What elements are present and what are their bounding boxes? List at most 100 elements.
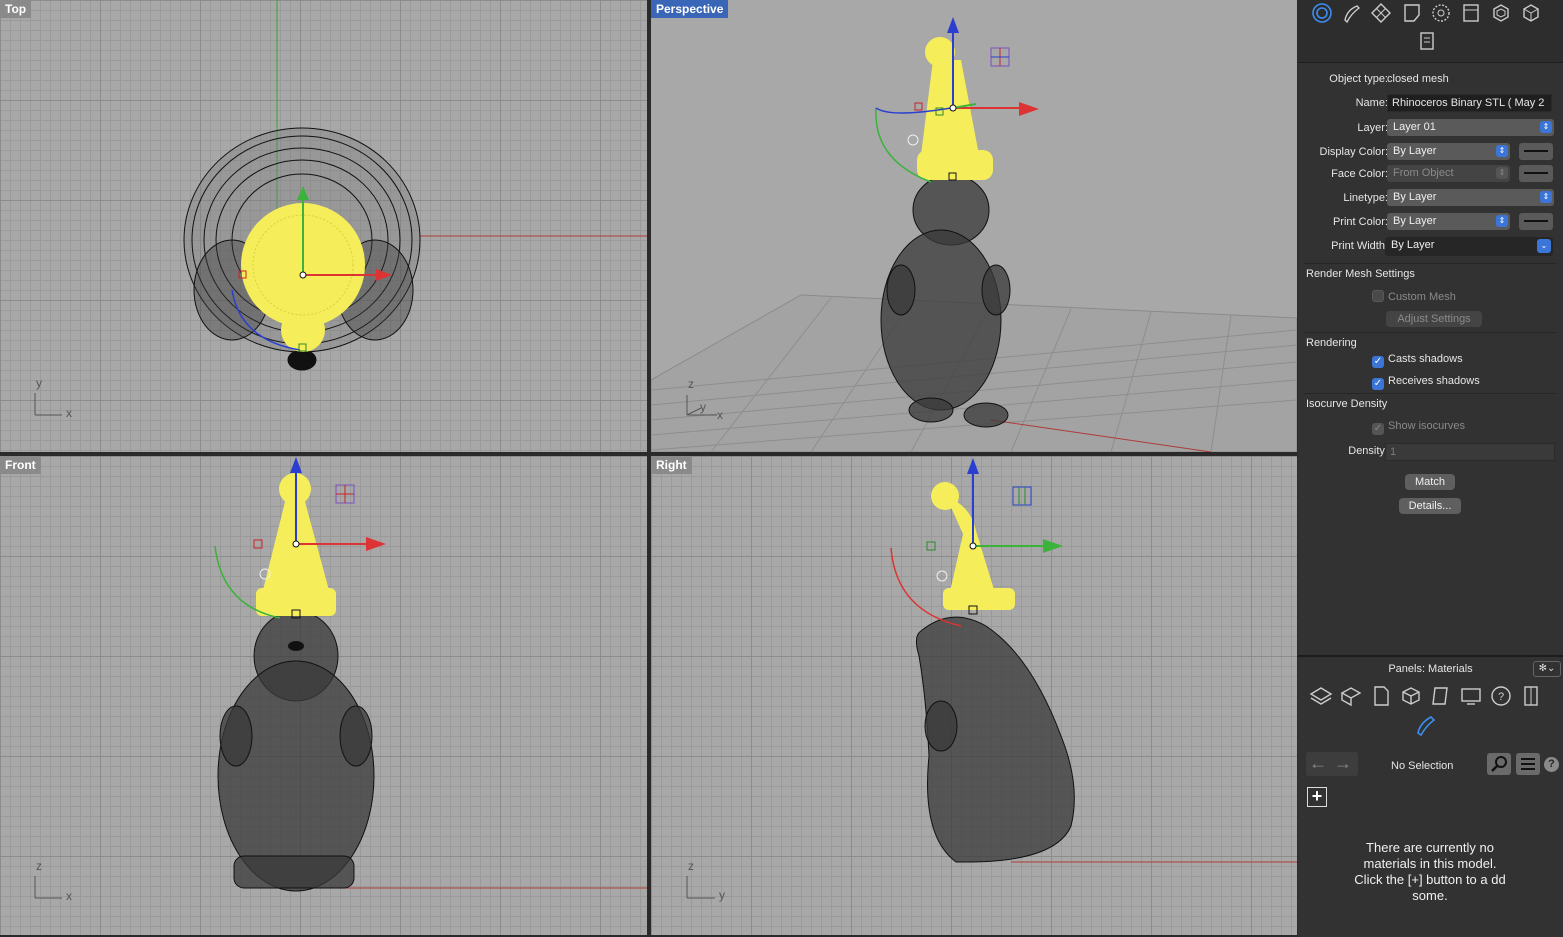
display-icon[interactable] [1459, 684, 1483, 708]
print-color-select[interactable]: By Layer ⇕ [1387, 213, 1510, 230]
bear-mesh-right [915, 616, 1075, 863]
viewport-top[interactable]: y x Top [0, 0, 647, 452]
properties-panel: Object type: closed mesh Name: Rhinocero… [1298, 0, 1563, 937]
layout-icon[interactable] [1429, 684, 1453, 708]
add-material-button[interactable]: + [1307, 787, 1327, 807]
print-width-value: By Layer [1391, 239, 1435, 251]
updown-chevron-icon: ⇕ [1496, 167, 1508, 179]
viewport-label-top[interactable]: Top [0, 0, 32, 18]
linetype-label: Linetype: [1343, 192, 1388, 204]
divider [1304, 263, 1557, 264]
checkmark-icon: ✓ [1372, 423, 1384, 435]
name-row: Name: Rhinoceros Binary STL ( May 2 [1298, 94, 1563, 114]
receives-shadows-label: Receives shadows [1388, 375, 1480, 387]
render-mesh-title: Render Mesh Settings [1306, 268, 1415, 280]
forward-arrow-icon[interactable]: → [1334, 753, 1352, 774]
top-view-drawing [34, 0, 647, 416]
edge-softening-icon[interactable] [1460, 2, 1482, 24]
back-arrow-icon[interactable]: ← [1309, 753, 1327, 774]
properties-tabs [1298, 0, 1563, 63]
viewport-front[interactable]: z x Front [0, 456, 647, 935]
receives-shadows-checkbox[interactable]: ✓ Receives shadows [1372, 375, 1480, 390]
viewport-right[interactable]: z y Right [651, 456, 1297, 935]
print-color-value: By Layer [1393, 215, 1437, 227]
updown-chevron-icon: ⇕ [1540, 121, 1552, 133]
help-button[interactable]: ? [1544, 757, 1559, 772]
displacement-icon[interactable] [1430, 2, 1452, 24]
custom-mesh-checkbox[interactable]: Custom Mesh [1372, 290, 1456, 303]
materials-tab-icon[interactable] [1414, 713, 1438, 737]
layer-row: Layer: Layer 01 ⇕ [1298, 119, 1563, 139]
viewport-perspective[interactable]: z y x Perspective [651, 0, 1297, 452]
axis-label-z: z [36, 859, 42, 873]
updown-chevron-icon: ⇕ [1540, 191, 1552, 203]
display-color-value: By Layer [1393, 145, 1437, 157]
face-color-select[interactable]: From Object ⇕ [1387, 165, 1510, 182]
name-field[interactable]: Rhinoceros Binary STL ( May 2 [1387, 94, 1552, 112]
gear-icon: ✻⌄ [1538, 663, 1556, 674]
texture-mapping-icon[interactable] [1370, 2, 1392, 24]
blocks-icon[interactable] [1339, 684, 1363, 708]
name-label: Name: [1355, 97, 1388, 109]
search-icon [1491, 756, 1507, 772]
rendering-title: Rendering [1306, 337, 1357, 349]
checkmark-icon: ✓ [1372, 356, 1384, 368]
panels-icon[interactable] [1519, 684, 1543, 708]
document-icon[interactable] [1369, 684, 1393, 708]
thickening-icon[interactable] [1520, 2, 1542, 24]
help-icon[interactable]: ? [1489, 684, 1513, 708]
axis-label-y: y [36, 376, 42, 390]
viewport-label-front[interactable]: Front [0, 456, 41, 474]
updown-chevron-icon: ⇕ [1496, 215, 1508, 227]
list-view-button[interactable] [1516, 753, 1540, 775]
divider [1304, 332, 1557, 333]
details-button[interactable]: Details... [1399, 498, 1461, 514]
object-properties-icon[interactable] [1311, 2, 1333, 24]
layer-select[interactable]: Layer 01 ⇕ [1387, 119, 1554, 136]
object-type-value: closed mesh [1387, 73, 1449, 85]
adjust-settings-button[interactable]: Adjust Settings [1386, 311, 1482, 327]
print-color-swatch[interactable] [1519, 213, 1553, 230]
display-color-swatch[interactable] [1519, 143, 1553, 160]
divider [1304, 393, 1557, 394]
match-button[interactable]: Match [1405, 474, 1455, 490]
decal-icon[interactable] [1401, 2, 1423, 24]
object-type-label: Object type: [1329, 73, 1388, 85]
axis-label-y: y [719, 888, 725, 902]
search-button[interactable] [1487, 753, 1511, 775]
linetype-row: Linetype: By Layer ⇕ [1298, 189, 1563, 209]
display-color-label: Display Color: [1319, 146, 1388, 158]
axis-label-x: x [66, 406, 72, 420]
display-color-select[interactable]: By Layer ⇕ [1387, 143, 1510, 160]
chevron-down-icon: ⌄ [1537, 239, 1551, 253]
show-isocurves-checkbox[interactable]: ✓ Show isocurves [1372, 420, 1465, 435]
viewport-label-perspective[interactable]: Perspective [651, 0, 729, 18]
panel-options-button[interactable]: ✻⌄ [1533, 661, 1561, 677]
checkmark-icon: ✓ [1372, 378, 1384, 390]
cube-icon[interactable] [1399, 684, 1423, 708]
linetype-select[interactable]: By Layer ⇕ [1387, 189, 1554, 206]
casts-shadows-checkbox[interactable]: ✓ Casts shadows [1372, 353, 1463, 368]
material-icon[interactable] [1341, 2, 1363, 24]
shut-lining-icon[interactable] [1490, 2, 1512, 24]
axis-label-z: z [688, 859, 694, 873]
user-text-icon[interactable] [1416, 30, 1438, 52]
layers-icon[interactable] [1309, 684, 1333, 708]
face-color-swatch[interactable] [1519, 165, 1553, 182]
print-width-row: Print Width: By Layer ⌄ [1298, 237, 1563, 257]
front-view-drawing [34, 457, 647, 899]
display-color-row: Display Color: By Layer ⇕ [1298, 143, 1563, 163]
density-label: Density: [1348, 445, 1388, 457]
density-field[interactable]: 1 [1385, 443, 1555, 461]
materials-panel-title: Panels: Materials [1388, 663, 1473, 675]
svg-text:?: ? [1498, 691, 1504, 703]
empty-materials-message: There are currently no materials in this… [1354, 840, 1506, 903]
print-width-select[interactable]: By Layer ⌄ [1385, 237, 1553, 256]
viewport-label-right[interactable]: Right [651, 456, 692, 474]
axis-label-x: x [717, 408, 723, 422]
isocurve-title: Isocurve Density [1306, 398, 1388, 410]
axis-label-x: x [66, 889, 72, 903]
layer-select-value: Layer 01 [1393, 121, 1436, 133]
updown-chevron-icon: ⇕ [1496, 145, 1508, 157]
print-color-label: Print Color: [1332, 216, 1388, 228]
